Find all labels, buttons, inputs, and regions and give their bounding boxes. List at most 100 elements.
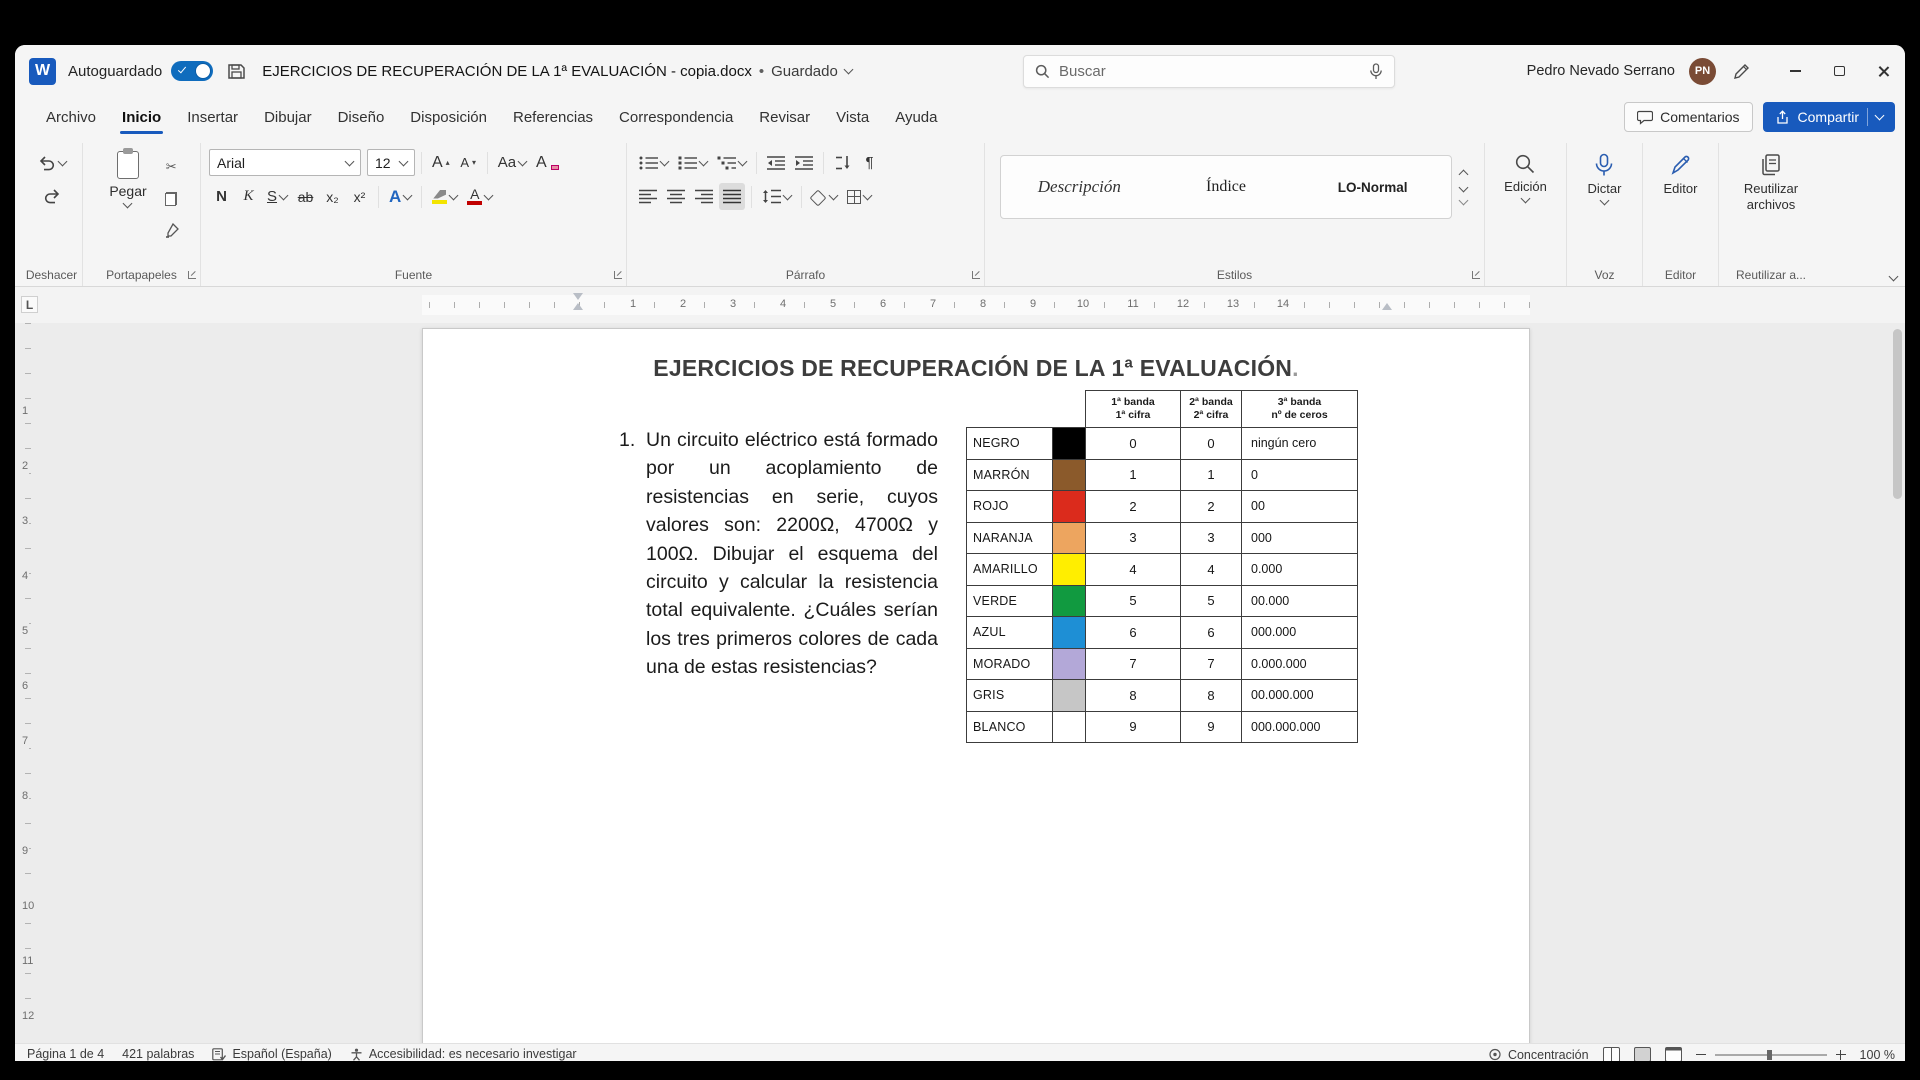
autosave-toggle[interactable] [171, 61, 213, 81]
editing-menu-button[interactable]: Edición [1498, 145, 1553, 202]
style-descripcion[interactable]: Descripción [1007, 160, 1152, 214]
font-size-select[interactable]: 12 [367, 149, 415, 176]
grow-font-button[interactable]: A▴ [428, 149, 454, 176]
gallery-more-icon[interactable] [1459, 196, 1469, 206]
highlight-color-button[interactable] [428, 183, 461, 210]
avatar[interactable]: PN [1689, 58, 1716, 85]
dialog-launcher-icon[interactable] [972, 271, 980, 279]
cut-button[interactable]: ✂ [159, 153, 184, 180]
share-button[interactable]: Compartir [1763, 102, 1895, 132]
maximize-button[interactable] [1817, 45, 1861, 97]
mic-icon[interactable] [1369, 63, 1383, 80]
tab-inicio[interactable]: Inicio [109, 97, 174, 137]
zoom-slider[interactable] [1715, 1054, 1827, 1056]
zoom-in-button[interactable] [1836, 1050, 1846, 1060]
tab-dibujar[interactable]: Dibujar [251, 97, 325, 137]
document-page[interactable]: EJERCICIOS DE RECUPERACIÓN DE LA 1ª EVAL… [422, 328, 1530, 1043]
user-name[interactable]: Pedro Nevado Serrano [1527, 63, 1675, 79]
text-effects-button[interactable]: A [385, 183, 415, 210]
search-box[interactable] [1023, 55, 1395, 88]
change-case-button[interactable]: Aa [494, 149, 530, 176]
line-spacing-button[interactable] [758, 183, 795, 210]
align-center-button[interactable] [663, 183, 689, 210]
tab-revisar[interactable]: Revisar [746, 97, 823, 137]
dictate-button[interactable]: Dictar [1582, 145, 1628, 204]
strikethrough-button[interactable]: ab [293, 183, 318, 210]
paste-button[interactable]: Pegar [99, 145, 156, 209]
underline-button[interactable]: S [263, 183, 291, 210]
sort-button[interactable] [830, 149, 855, 176]
search-input[interactable] [1059, 63, 1369, 80]
reuse-files-button[interactable]: Reutilizar archivos [1730, 145, 1812, 212]
editor-button[interactable]: Editor [1658, 145, 1704, 196]
italic-button[interactable]: K [236, 183, 261, 210]
multilevel-list-button[interactable] [713, 149, 750, 176]
close-button[interactable] [1861, 45, 1905, 97]
superscript-button[interactable]: x² [347, 183, 372, 210]
font-color-button[interactable]: A [463, 183, 496, 210]
decrease-indent-button[interactable] [763, 149, 789, 176]
comments-button[interactable]: Comentarios [1624, 102, 1752, 132]
gallery-down-icon[interactable] [1459, 183, 1469, 193]
format-painter-button[interactable] [159, 217, 184, 244]
shading-button[interactable] [808, 183, 841, 210]
language-indicator[interactable]: Español (España) [212, 1047, 331, 1061]
vertical-ruler[interactable]: 1 2 3 4 5 6 7 8 9 10 11 12 [15, 323, 41, 1043]
borders-button[interactable] [843, 183, 875, 210]
accessibility-status[interactable]: Accesibilidad: es necesario investigar [350, 1047, 577, 1061]
tab-diseno[interactable]: Diseño [325, 97, 398, 137]
subscript-button[interactable]: x₂ [320, 183, 345, 210]
zoom-level[interactable]: 100 % [1860, 1048, 1895, 1062]
style-lo-normal[interactable]: LO-Normal [1300, 160, 1445, 214]
redo-button[interactable] [39, 182, 65, 209]
tab-ayuda[interactable]: Ayuda [882, 97, 950, 137]
dialog-launcher-icon[interactable] [188, 271, 196, 279]
copy-button[interactable] [159, 185, 184, 212]
tab-vista[interactable]: Vista [823, 97, 882, 137]
chevron-down-icon [403, 190, 413, 200]
zoom-slider-thumb[interactable] [1767, 1050, 1772, 1060]
focus-mode[interactable]: Concentración [1488, 1048, 1589, 1062]
document-title[interactable]: EJERCICIOS DE RECUPERACIÓN DE LA 1ª EVAL… [262, 63, 752, 80]
right-indent-marker[interactable] [1382, 303, 1392, 310]
show-paragraph-marks-button[interactable]: ¶ [857, 149, 882, 176]
dialog-launcher-icon[interactable] [614, 271, 622, 279]
align-left-button[interactable] [635, 183, 661, 210]
tab-archivo[interactable]: Archivo [33, 97, 109, 137]
bullets-button[interactable] [635, 149, 672, 176]
tab-referencias[interactable]: Referencias [500, 97, 606, 137]
hanging-indent-marker[interactable] [573, 303, 583, 310]
print-layout-button[interactable] [1634, 1047, 1651, 1061]
read-mode-button[interactable] [1603, 1047, 1620, 1061]
justify-button[interactable] [719, 183, 745, 210]
editing-pen-icon[interactable] [1732, 62, 1751, 81]
style-indice[interactable]: Índice [1154, 160, 1299, 214]
saved-status[interactable]: Guardado [771, 63, 838, 80]
tab-disposicion[interactable]: Disposición [397, 97, 500, 137]
numbering-button[interactable] [674, 149, 711, 176]
collapse-ribbon-icon[interactable] [1889, 272, 1899, 282]
increase-indent-button[interactable] [791, 149, 817, 176]
bold-button[interactable]: N [209, 183, 234, 210]
word-logo[interactable]: W [29, 58, 56, 85]
gallery-up-icon[interactable] [1459, 170, 1469, 180]
ruler-strip[interactable]: 1 2 3 4 5 6 7 8 9 10 11 12 13 14 [422, 295, 1530, 315]
align-right-button[interactable] [691, 183, 717, 210]
vertical-scrollbar[interactable] [1891, 325, 1903, 1041]
tab-insertar[interactable]: Insertar [174, 97, 251, 137]
save-icon[interactable] [227, 62, 246, 81]
tab-correspondencia[interactable]: Correspondencia [606, 97, 746, 137]
font-name-select[interactable]: Arial [209, 149, 361, 176]
shrink-font-button[interactable]: A▾ [456, 149, 481, 176]
undo-button[interactable] [34, 149, 70, 176]
web-layout-button[interactable] [1665, 1047, 1682, 1061]
page-indicator[interactable]: Página 1 de 4 [27, 1047, 104, 1061]
word-count[interactable]: 421 palabras [122, 1047, 194, 1061]
clear-formatting-button[interactable]: A [532, 149, 563, 176]
zoom-out-button[interactable] [1696, 1054, 1706, 1056]
dialog-launcher-icon[interactable] [1472, 271, 1480, 279]
first-line-indent-marker[interactable] [573, 293, 583, 300]
tab-selector[interactable]: L [21, 296, 38, 313]
scrollbar-thumb[interactable] [1893, 329, 1902, 499]
minimize-button[interactable] [1773, 45, 1817, 97]
